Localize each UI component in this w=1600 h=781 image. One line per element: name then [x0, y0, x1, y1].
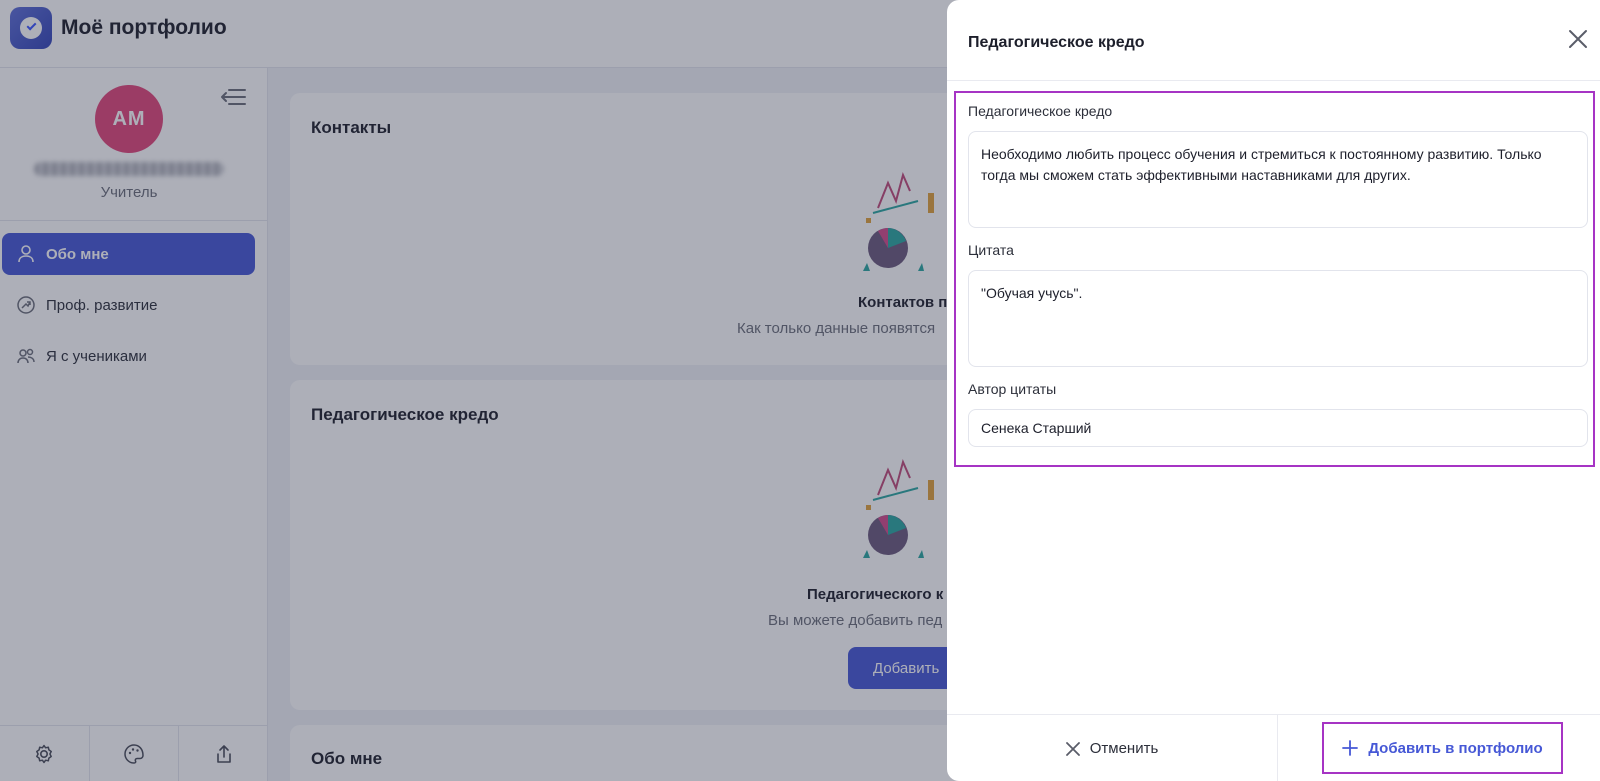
add-to-portfolio-label: Добавить в портфолио [1368, 739, 1543, 757]
cancel-label: Отменить [1089, 740, 1159, 757]
close-icon [1065, 741, 1080, 756]
quote-field-label: Цитата [968, 242, 1014, 258]
drawer-title: Педагогическое кредо [968, 34, 1145, 51]
drawer-header-divider [947, 80, 1600, 81]
drawer-footer: Отменить Добавить в портфолио [947, 714, 1600, 781]
cancel-button[interactable]: Отменить [947, 715, 1277, 781]
add-to-portfolio-button[interactable]: Добавить в портфолио [1322, 722, 1563, 774]
credo-field-label: Педагогическое кредо [968, 103, 1113, 119]
close-icon[interactable] [1567, 28, 1589, 50]
footer-divider [1277, 715, 1278, 781]
author-input[interactable] [968, 409, 1588, 447]
credo-textarea[interactable]: Необходимо любить процесс обучения и стр… [968, 131, 1588, 228]
quote-textarea[interactable]: "Обучая учусь". [968, 270, 1588, 367]
author-field-label: Автор цитаты [968, 381, 1057, 397]
credo-drawer: Педагогическое кредо Педагогическое кред… [947, 0, 1600, 781]
plus-icon [1342, 740, 1359, 756]
